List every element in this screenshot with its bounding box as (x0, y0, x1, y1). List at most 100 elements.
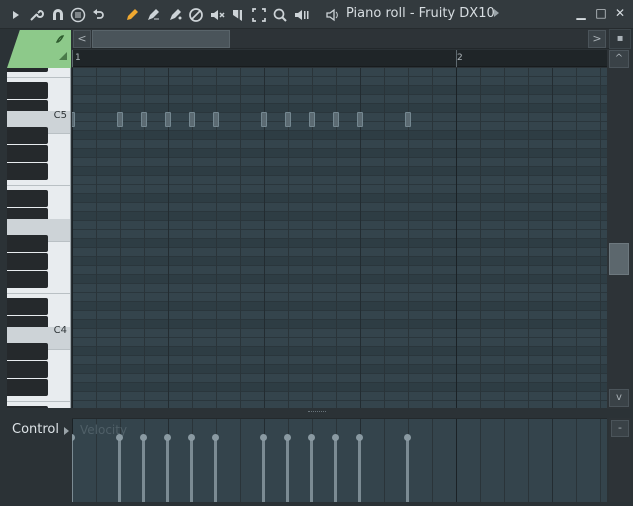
grid-row-line (72, 175, 607, 176)
note[interactable] (357, 112, 363, 127)
velocity-bar[interactable] (358, 439, 361, 502)
horizontal-scrollbar[interactable]: < > (72, 29, 609, 49)
black-key[interactable] (7, 361, 48, 378)
black-key[interactable] (7, 163, 48, 180)
note[interactable] (405, 112, 411, 127)
wrench-icon[interactable] (28, 7, 44, 23)
title-menu-arrow-icon[interactable] (494, 9, 499, 17)
pencil-icon[interactable] (124, 7, 140, 23)
note-grid[interactable] (72, 68, 607, 408)
velocity-handle[interactable] (356, 434, 363, 441)
velocity-editor[interactable]: Velocity (72, 418, 607, 502)
black-key[interactable] (7, 406, 48, 408)
velocity-grid-line (384, 419, 385, 502)
velocity-handle[interactable] (188, 434, 195, 441)
velocity-bar[interactable] (310, 439, 313, 502)
scroll-up-button[interactable]: ^ (609, 50, 629, 68)
note[interactable] (333, 112, 339, 127)
scroll-right-button[interactable]: > (588, 30, 606, 48)
delete-icon[interactable] (188, 7, 204, 23)
control-menu-arrow-icon[interactable] (64, 427, 69, 435)
scroll-left-button[interactable]: < (73, 30, 91, 48)
black-key[interactable] (7, 82, 48, 99)
black-key[interactable] (7, 235, 48, 252)
black-key[interactable] (7, 271, 48, 288)
note[interactable] (189, 112, 195, 127)
grid-step-line (504, 68, 505, 408)
horizontal-scroll-thumb[interactable] (92, 30, 230, 48)
grid-row-line (72, 292, 607, 293)
note[interactable] (72, 112, 75, 127)
velocity-collapse-button[interactable]: - (611, 420, 629, 437)
velocity-handle[interactable] (260, 434, 267, 441)
black-key[interactable] (7, 190, 48, 207)
note[interactable] (165, 112, 171, 127)
velocity-bar[interactable] (118, 439, 121, 502)
black-key[interactable] (7, 343, 48, 360)
control-label[interactable]: Control (12, 422, 59, 437)
black-key[interactable] (7, 145, 48, 162)
bar-ruler[interactable]: 1 2 (72, 50, 607, 67)
list-icon[interactable] (70, 7, 86, 23)
note[interactable] (261, 112, 267, 127)
note[interactable] (141, 112, 147, 127)
black-key[interactable] (7, 379, 48, 396)
brush-icon[interactable] (145, 7, 161, 23)
mute-icon[interactable] (209, 7, 225, 23)
speaker-icon[interactable] (325, 7, 341, 23)
grid-row-line (72, 328, 607, 329)
velocity-bar[interactable] (190, 439, 193, 502)
velocity-handle[interactable] (308, 434, 315, 441)
menu-arrow-icon[interactable] (8, 7, 24, 23)
magnet-icon[interactable] (50, 7, 66, 23)
velocity-bar[interactable] (406, 439, 409, 502)
velocity-bar[interactable] (286, 439, 289, 502)
ruler-bar-number: 2 (457, 53, 463, 63)
maximize-button[interactable]: □ (594, 6, 608, 20)
scroll-down-button[interactable]: v (609, 389, 629, 407)
window-title[interactable]: Piano roll - Fruity DX10 (346, 6, 495, 21)
velocity-handle[interactable] (212, 434, 219, 441)
note[interactable] (213, 112, 219, 127)
velocity-bar[interactable] (166, 439, 169, 502)
slice-icon[interactable] (230, 7, 246, 23)
vertical-scroll-thumb[interactable] (609, 243, 629, 275)
velocity-handle[interactable] (72, 434, 75, 441)
velocity-bar[interactable] (334, 439, 337, 502)
grid-row-line (72, 139, 607, 140)
black-key[interactable] (7, 68, 48, 72)
velocity-handle[interactable] (116, 434, 123, 441)
vertical-scrollbar[interactable]: ^ v (607, 49, 631, 409)
grid-row-line (72, 202, 607, 203)
velocity-grid-line (600, 419, 601, 502)
grid-row-line (72, 391, 607, 392)
zoom-icon[interactable] (272, 7, 288, 23)
curve-icon (55, 35, 65, 43)
velocity-bar[interactable] (214, 439, 217, 502)
minimize-button[interactable]: ▁ (574, 6, 588, 20)
black-key[interactable] (7, 253, 48, 270)
piano-keyboard[interactable]: C5 C4 (7, 68, 71, 408)
velocity-handle[interactable] (404, 434, 411, 441)
velocity-handle[interactable] (140, 434, 147, 441)
note[interactable] (285, 112, 291, 127)
select-icon[interactable] (251, 7, 267, 23)
paint-brush-icon[interactable] (167, 7, 183, 23)
note[interactable] (309, 112, 315, 127)
velocity-bar[interactable] (142, 439, 145, 502)
resize-triangle-icon (59, 52, 67, 60)
grid-row-line (72, 229, 607, 230)
scroll-corner-button[interactable]: ▪ (609, 29, 631, 49)
black-key[interactable] (7, 298, 48, 315)
note[interactable] (117, 112, 123, 127)
velocity-handle[interactable] (332, 434, 339, 441)
playback-icon[interactable] (293, 7, 309, 23)
velocity-handle[interactable] (164, 434, 171, 441)
velocity-bar[interactable] (72, 439, 73, 502)
splitter-grip[interactable] (308, 411, 326, 414)
close-button[interactable]: ✕ (613, 6, 627, 20)
undo-icon[interactable] (91, 7, 107, 23)
velocity-bar[interactable] (262, 439, 265, 502)
velocity-handle[interactable] (284, 434, 291, 441)
black-key[interactable] (7, 127, 48, 144)
